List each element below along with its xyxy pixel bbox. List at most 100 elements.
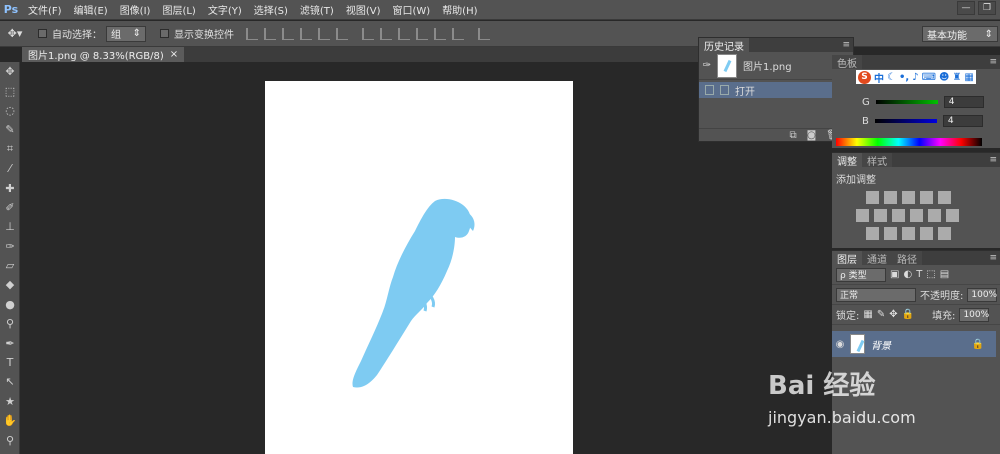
filter-pixel-icon[interactable]: ▣ <box>890 269 899 280</box>
close-tab-button[interactable]: × <box>170 49 178 60</box>
lock-position-icon[interactable]: ✥ <box>889 309 897 320</box>
align-left-icon[interactable] <box>300 27 312 40</box>
align-hcenter-icon[interactable] <box>318 27 330 40</box>
lasso-tool-icon[interactable]: ◌ <box>0 101 20 120</box>
opacity-input[interactable]: 100% <box>967 287 998 302</box>
workspace-dropdown[interactable]: 基本功能 ⇕ <box>922 26 998 42</box>
distribute-top-icon[interactable] <box>362 27 374 40</box>
filter-smart-icon[interactable]: ▤ <box>940 269 949 280</box>
align-vcenter-icon[interactable] <box>264 27 276 40</box>
b-slider[interactable] <box>874 119 937 123</box>
auto-select-checkbox[interactable] <box>38 29 47 38</box>
b-value-input[interactable]: 4 <box>942 115 983 127</box>
paint-bucket-tool-icon[interactable]: ◆ <box>0 275 20 294</box>
layer-kind-dropdown[interactable]: ρ 类型 <box>836 267 886 282</box>
align-top-icon[interactable] <box>246 27 258 40</box>
lock-image-icon[interactable]: ✎ <box>877 309 885 320</box>
document-tab[interactable]: 图片1.png @ 8.33%(RGB/8) × <box>22 47 185 62</box>
menu-file[interactable]: 文件(F) <box>22 2 68 17</box>
brush-tool-icon[interactable]: ✐ <box>0 198 20 217</box>
menu-window[interactable]: 窗口(W) <box>386 2 436 17</box>
healing-brush-tool-icon[interactable]: ✚ <box>0 178 20 197</box>
tab-paths[interactable]: 路径 <box>892 251 922 266</box>
filter-shape-icon[interactable]: ⬚ <box>926 269 935 280</box>
brightness-icon[interactable] <box>866 191 879 204</box>
selective-color-icon[interactable] <box>938 227 951 240</box>
tab-layers[interactable]: 图层 <box>832 251 862 266</box>
clone-stamp-tool-icon[interactable]: ⊥ <box>0 217 20 236</box>
distribute-right-icon[interactable] <box>452 27 464 40</box>
shape-tool-icon[interactable]: ★ <box>0 392 20 411</box>
invert-icon[interactable] <box>866 227 879 240</box>
menu-view[interactable]: 视图(V) <box>340 2 387 17</box>
history-step-open[interactable]: 打开 <box>699 82 853 98</box>
ime-chinese-mode[interactable]: 中 <box>874 70 884 85</box>
levels-icon[interactable] <box>884 191 897 204</box>
tab-channels[interactable]: 通道 <box>862 251 892 266</box>
punctuation-icon[interactable]: •, <box>899 72 909 83</box>
history-brush-tool-icon[interactable]: ✑ <box>0 237 20 256</box>
panel-menu-icon[interactable]: ≡ <box>842 40 853 50</box>
lock-all-icon[interactable]: 🔒 <box>902 309 914 320</box>
menu-select[interactable]: 选择(S) <box>248 2 294 17</box>
distribute-hcenter-icon[interactable] <box>434 27 446 40</box>
black-white-icon[interactable] <box>892 209 905 222</box>
menu-layer[interactable]: 图层(L) <box>156 2 201 17</box>
fill-input[interactable]: 100% <box>959 307 990 322</box>
hand-tool-icon[interactable]: ✋ <box>0 411 20 430</box>
tab-history[interactable]: 历史记录 <box>699 38 749 53</box>
document-canvas[interactable] <box>265 81 573 454</box>
menu-image[interactable]: 图像(I) <box>114 2 157 17</box>
color-lookup-icon[interactable] <box>946 209 959 222</box>
new-document-icon[interactable]: ⧉ <box>789 130 796 141</box>
crop-tool-icon[interactable]: ⌗ <box>0 140 20 159</box>
panel-menu-icon[interactable]: ≡ <box>989 253 1000 263</box>
quick-select-tool-icon[interactable]: ✎ <box>0 120 20 139</box>
keyboard-icon[interactable]: ⌨ <box>922 72 936 83</box>
layer-background[interactable]: ◉ 背景 🔒 <box>832 331 996 357</box>
distribute-vcenter-icon[interactable] <box>380 27 392 40</box>
shirt-icon[interactable]: ♜ <box>952 72 961 83</box>
photo-filter-icon[interactable] <box>910 209 923 222</box>
moon-icon[interactable]: ☾ <box>887 72 896 83</box>
type-tool-icon[interactable]: T <box>0 353 20 372</box>
distribute-left-icon[interactable] <box>416 27 428 40</box>
tab-adjustments[interactable]: 调整 <box>832 153 862 168</box>
minimize-button[interactable]: — <box>957 1 975 15</box>
align-right-icon[interactable] <box>336 27 348 40</box>
blend-mode-dropdown[interactable]: 正常 <box>836 287 916 302</box>
show-transform-checkbox[interactable] <box>160 29 169 38</box>
auto-align-icon[interactable] <box>478 27 490 40</box>
camera-icon[interactable]: ◙ <box>807 130 817 141</box>
align-bottom-icon[interactable] <box>282 27 294 40</box>
path-select-tool-icon[interactable]: ↖ <box>0 372 20 391</box>
move-tool-icon[interactable]: ✥ <box>0 62 20 81</box>
filter-adjustment-icon[interactable]: ◐ <box>903 269 912 280</box>
zoom-tool-icon[interactable]: ⚲ <box>0 430 20 449</box>
color-balance-icon[interactable] <box>874 209 887 222</box>
tab-swatches[interactable]: 色板 <box>832 55 862 70</box>
curves-icon[interactable] <box>902 191 915 204</box>
panel-menu-icon[interactable]: ≡ <box>989 57 1000 67</box>
channel-mixer-icon[interactable] <box>928 209 941 222</box>
menu-filter[interactable]: 滤镜(T) <box>294 2 340 17</box>
gradient-map-icon[interactable] <box>920 227 933 240</box>
tab-styles[interactable]: 样式 <box>862 153 892 168</box>
eraser-tool-icon[interactable]: ▱ <box>0 256 20 275</box>
dodge-tool-icon[interactable]: ⚲ <box>0 314 20 333</box>
eye-icon[interactable]: ◉ <box>832 339 848 350</box>
sogou-logo-icon[interactable]: S <box>858 70 871 84</box>
user-icon[interactable]: ☻ <box>939 72 949 83</box>
threshold-icon[interactable] <box>902 227 915 240</box>
posterize-icon[interactable] <box>884 227 897 240</box>
distribute-bottom-icon[interactable] <box>398 27 410 40</box>
eyedropper-tool-icon[interactable]: ⁄ <box>0 159 20 178</box>
blur-tool-icon[interactable]: ● <box>0 295 20 314</box>
history-snapshot-row[interactable]: ✑ 图片1.png <box>699 52 853 80</box>
history-brush-source-icon[interactable]: ✑ <box>699 60 715 71</box>
lock-transparent-icon[interactable]: ▦ <box>863 309 872 320</box>
menu-help[interactable]: 帮助(H) <box>436 2 483 17</box>
pen-tool-icon[interactable]: ✒ <box>0 333 20 352</box>
marquee-tool-icon[interactable]: ⬚ <box>0 81 20 100</box>
move-tool-icon[interactable]: ✥▾ <box>0 27 30 40</box>
